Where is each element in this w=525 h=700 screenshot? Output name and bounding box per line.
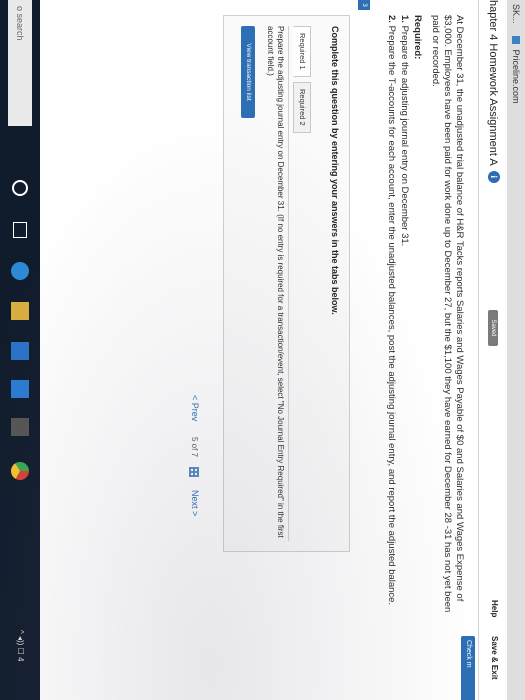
tab-required-2[interactable]: Required 2 [293, 82, 311, 133]
item-text: Prepare the T-accounts for each account,… [386, 25, 398, 606]
tab-instruction: Prepare the adjusting journal entry on D… [265, 26, 289, 541]
priceline-favicon-icon [512, 36, 520, 44]
taskbar-search-input[interactable]: o search [8, 0, 32, 126]
help-button[interactable]: Help [490, 600, 499, 617]
photo-frame: SK... Priceline.com hapter 4 Homework As… [0, 0, 525, 700]
browser-tab[interactable]: SK... [509, 4, 523, 24]
prev-button[interactable]: < Prev [190, 395, 200, 421]
tab-required-1[interactable]: Required 1 [293, 26, 311, 77]
problem-statement: At December 31, the unadjusted trial bal… [430, 15, 465, 613]
tab-label: Priceline.com [511, 49, 521, 104]
chrome-icon[interactable] [11, 462, 29, 480]
item-number: 2. [386, 15, 398, 23]
required-heading: Required: [412, 15, 423, 60]
file-explorer-icon[interactable] [11, 302, 29, 320]
check-my-work-button[interactable]: Check m [461, 636, 475, 700]
save-exit-button[interactable]: Save & Exit [490, 636, 499, 680]
item-text: Prepare the adjusting journal entry on D… [399, 25, 410, 247]
info-icon[interactable]: i [488, 170, 500, 183]
browser-screen: SK... Priceline.com hapter 4 Homework As… [0, 0, 525, 700]
edge-icon[interactable] [11, 262, 29, 280]
page-indicator: 5 of 7 [190, 437, 199, 458]
next-button[interactable]: Next > [190, 490, 200, 516]
grid-icon[interactable] [189, 467, 199, 477]
saved-status-badge: Saved [488, 310, 498, 346]
list-item: 2. Prepare the T-accounts for each accou… [386, 15, 398, 625]
tab-label: SK... [511, 4, 521, 24]
xbox-icon[interactable] [11, 418, 29, 436]
system-tray[interactable]: ^ ◂)) ☐ 4 [16, 630, 25, 661]
store-icon[interactable] [11, 342, 29, 360]
assignment-title: hapter 4 Homework Assignment A [487, 0, 499, 166]
cortana-icon[interactable] [12, 180, 28, 196]
question-number-badge: 3 [358, 0, 370, 10]
browser-tab-bar: SK... Priceline.com [506, 0, 525, 700]
answer-panel: Complete this question by entering your … [223, 15, 350, 552]
list-item: 1. Prepare the adjusting journal entry o… [399, 15, 410, 625]
windows-taskbar: o search ^ ◂)) ☐ 4 [0, 0, 40, 700]
page-title: hapter 4 Homework Assignment A i [487, 0, 500, 183]
view-transaction-list-button[interactable]: View transaction list [241, 26, 255, 118]
task-view-icon[interactable] [13, 222, 27, 238]
question-content: 3 At December 31, the unadjusted trial b… [358, 0, 465, 625]
mail-icon[interactable] [11, 380, 29, 398]
browser-tab-priceline[interactable]: Priceline.com [509, 36, 523, 104]
assignment-header: hapter 4 Homework Assignment A i Saved He… [478, 0, 507, 700]
required-list: 1. Prepare the adjusting journal entry o… [386, 15, 411, 625]
item-number: 1. [399, 15, 410, 23]
answer-instruction: Complete this question by entering your … [330, 26, 340, 315]
